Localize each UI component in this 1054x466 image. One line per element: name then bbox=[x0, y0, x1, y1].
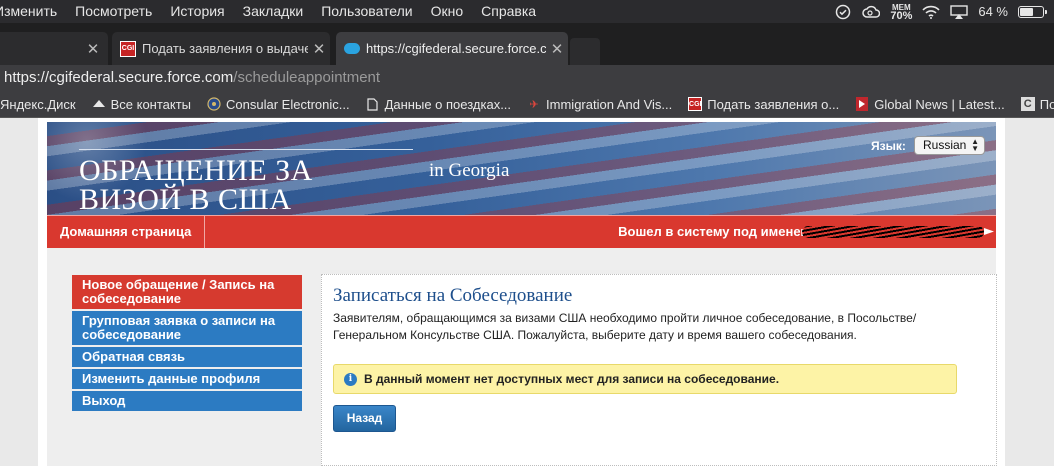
plane-icon: ✈ bbox=[529, 98, 539, 111]
site-title-line-2: ВИЗОЙ В США bbox=[79, 183, 292, 215]
bookmark-label: Immigration And Vis... bbox=[546, 96, 673, 112]
sidemenu-logout[interactable]: Выход bbox=[72, 391, 302, 411]
memory-indicator[interactable]: MEM 70% bbox=[890, 3, 913, 22]
top-navbar: Домашняя страница Вошел в систему под им… bbox=[47, 215, 996, 248]
checkmark-shield-icon[interactable] bbox=[834, 4, 852, 20]
memory-value: 70% bbox=[890, 9, 913, 22]
bookmark-travel-data[interactable]: Данные о поездках... bbox=[358, 97, 519, 112]
web-page: ОБРАЩЕНИЕ ЗА ВИЗОЙ В США in Georgia Язык… bbox=[0, 118, 1054, 466]
site-container: ОБРАЩЕНИЕ ЗА ВИЗОЙ В США in Georgia Язык… bbox=[38, 118, 1005, 466]
language-select[interactable]: Russian ▲ ▼ bbox=[914, 136, 985, 155]
tab-label: https://cgifederal.secure.force.com/sc bbox=[366, 41, 546, 56]
language-select-value: Russian bbox=[923, 138, 967, 152]
wifi-icon[interactable] bbox=[922, 4, 940, 20]
status-tray: MEM 70% 64 % bbox=[834, 0, 1054, 23]
menu-users[interactable]: Пользователи bbox=[312, 0, 421, 23]
bookmark-consular[interactable]: Consular Electronic... bbox=[199, 97, 358, 112]
global-news-icon bbox=[855, 97, 869, 111]
page-description: Заявителям, обращающимся за визами США н… bbox=[333, 311, 917, 342]
salesforce-favicon-icon bbox=[344, 43, 360, 54]
bookmark-label: Все контакты bbox=[110, 96, 192, 112]
c-icon: C bbox=[1020, 97, 1035, 111]
site-title-line-1: ОБРАЩЕНИЕ ЗА bbox=[79, 154, 313, 187]
bookmark-contacts[interactable]: Все контакты bbox=[84, 97, 199, 112]
home-link[interactable]: Домашняя страница bbox=[47, 216, 206, 248]
creative-cloud-icon[interactable] bbox=[862, 4, 881, 20]
side-menu: Новое обращение / Запись на собеседовани… bbox=[72, 275, 302, 413]
battery-icon[interactable] bbox=[1018, 5, 1047, 18]
menu-help[interactable]: Справка bbox=[472, 0, 545, 23]
close-icon[interactable]: ✕ bbox=[308, 40, 330, 58]
logged-in-label: Вошел в систему под именем bbox=[618, 224, 810, 239]
menu-window[interactable]: Окно bbox=[422, 0, 473, 23]
close-icon[interactable]: ✕ bbox=[82, 40, 104, 58]
appointment-panel: Записаться на Собеседование Заявителям, … bbox=[321, 274, 997, 466]
sidemenu-group-application[interactable]: Групповая заявка о записи на собеседован… bbox=[72, 311, 302, 345]
sidemenu-feedback[interactable]: Обратная связь bbox=[72, 347, 302, 367]
bookmark-label: Подать заявления о... bbox=[707, 96, 840, 112]
bookmark-label: Потерянные bbox=[1039, 96, 1054, 112]
seal-icon bbox=[207, 97, 221, 111]
bookmark-global-news[interactable]: Global News | Latest... bbox=[847, 97, 1013, 112]
menu-edit[interactable]: Изменить bbox=[0, 0, 66, 23]
battery-percent: 64 % bbox=[978, 4, 1008, 19]
bookmark-yandex-disk[interactable]: Яндекс.Диск bbox=[0, 97, 84, 112]
bookmark-lost[interactable]: C Потерянные bbox=[1013, 97, 1054, 112]
info-icon: i bbox=[344, 372, 357, 386]
redacted-username bbox=[802, 226, 984, 238]
title-divider bbox=[79, 149, 413, 150]
menu-view[interactable]: Посмотреть bbox=[66, 0, 161, 23]
battery-fill bbox=[1020, 7, 1033, 16]
cgi-favicon-icon: CGI bbox=[120, 40, 136, 57]
bookmark-cgi[interactable]: CGI Подать заявления о... bbox=[680, 97, 847, 112]
page-title: Записаться на Собеседование bbox=[333, 285, 573, 306]
address-bar[interactable]: https://cgifederal.secure.force.com/sche… bbox=[0, 65, 1054, 91]
header-banner: ОБРАЩЕНИЕ ЗА ВИЗОЙ В США in Georgia Язык… bbox=[47, 122, 996, 215]
site-title: ОБРАЩЕНИЕ ЗА ВИЗОЙ В США bbox=[79, 154, 313, 215]
os-menu-bar: Изменить Посмотреть История Закладки Пол… bbox=[0, 0, 1054, 23]
no-slots-alert: i В данный момент нет доступных мест для… bbox=[333, 364, 957, 394]
url-host: https://cgifederal.secure.force.com bbox=[4, 69, 234, 86]
bookmark-label: Данные о поездках... bbox=[384, 96, 512, 112]
bookmark-immigration[interactable]: ✈ Immigration And Vis... bbox=[519, 97, 680, 112]
bookmark-label: Яндекс.Диск bbox=[0, 96, 76, 112]
tab-2[interactable]: CGI Подать заявления о выдаче в ✕ bbox=[112, 32, 330, 65]
browser-tab-strip: ✕ CGI Подать заявления о выдаче в ✕ http… bbox=[0, 23, 1054, 65]
back-button[interactable]: Назад bbox=[333, 405, 396, 432]
bookmark-label: Consular Electronic... bbox=[226, 96, 350, 112]
sidemenu-edit-profile[interactable]: Изменить данные профиля bbox=[72, 369, 302, 389]
cgi-icon: CGI bbox=[688, 97, 703, 111]
document-icon bbox=[366, 97, 380, 111]
tab-3-active[interactable]: https://cgifederal.secure.force.com/sc ✕ bbox=[336, 32, 568, 65]
close-icon[interactable]: ✕ bbox=[546, 40, 568, 58]
airplay-icon[interactable] bbox=[950, 4, 969, 20]
content-area: Новое обращение / Запись на собеседовани… bbox=[47, 248, 997, 466]
menu-bookmarks[interactable]: Закладки bbox=[234, 0, 313, 23]
tab-label: Подать заявления о выдаче в bbox=[142, 41, 308, 56]
url-path: /scheduleappointment bbox=[233, 69, 381, 86]
sidemenu-new-application[interactable]: Новое обращение / Запись на собеседовани… bbox=[72, 275, 302, 309]
contacts-icon bbox=[92, 97, 106, 111]
new-tab-button[interactable] bbox=[570, 38, 600, 65]
bookmarks-bar: Яндекс.Диск Все контакты Consular Electr… bbox=[0, 91, 1054, 118]
bookmark-label: Global News | Latest... bbox=[874, 96, 1005, 112]
alert-text: В данный момент нет доступных мест для з… bbox=[364, 372, 780, 386]
select-arrows-icon: ▲ ▼ bbox=[971, 137, 979, 153]
country-label: in Georgia bbox=[429, 160, 510, 181]
tab-1[interactable]: ✕ bbox=[0, 32, 108, 65]
language-label: Язык: bbox=[871, 139, 906, 153]
menu-history[interactable]: История bbox=[161, 0, 233, 23]
